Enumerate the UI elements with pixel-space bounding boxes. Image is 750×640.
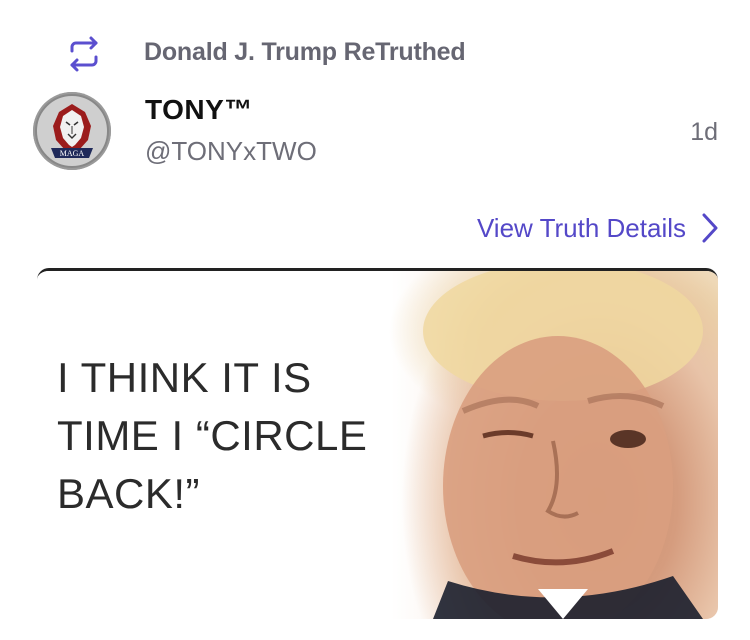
face-illustration-icon <box>423 271 703 619</box>
avatar[interactable]: MAGA <box>33 92 111 170</box>
author-name[interactable]: TONY™ <box>145 94 253 126</box>
timestamp: 1d <box>690 118 718 146</box>
truth-post: Donald J. Trump ReTruthed MAGA TONY™ @TO… <box>0 0 750 640</box>
post-image[interactable]: I THINK IT IS TIME I “CIRCLE BACK!” <box>37 268 718 619</box>
avatar-text: MAGA <box>60 149 85 158</box>
view-truth-details-link[interactable]: View Truth Details <box>477 208 720 248</box>
maga-lion-avatar-icon: MAGA <box>35 94 109 168</box>
retruth-label[interactable]: Donald J. Trump ReTruthed <box>144 38 466 67</box>
chevron-right-icon <box>700 212 720 244</box>
image-caption: I THINK IT IS TIME I “CIRCLE BACK!” <box>57 354 368 517</box>
retruth-icon <box>62 32 106 76</box>
retruth-header: Donald J. Trump ReTruthed <box>62 32 466 76</box>
author-handle[interactable]: @TONYxTWO <box>145 136 317 167</box>
view-truth-details-label: View Truth Details <box>476 212 686 243</box>
